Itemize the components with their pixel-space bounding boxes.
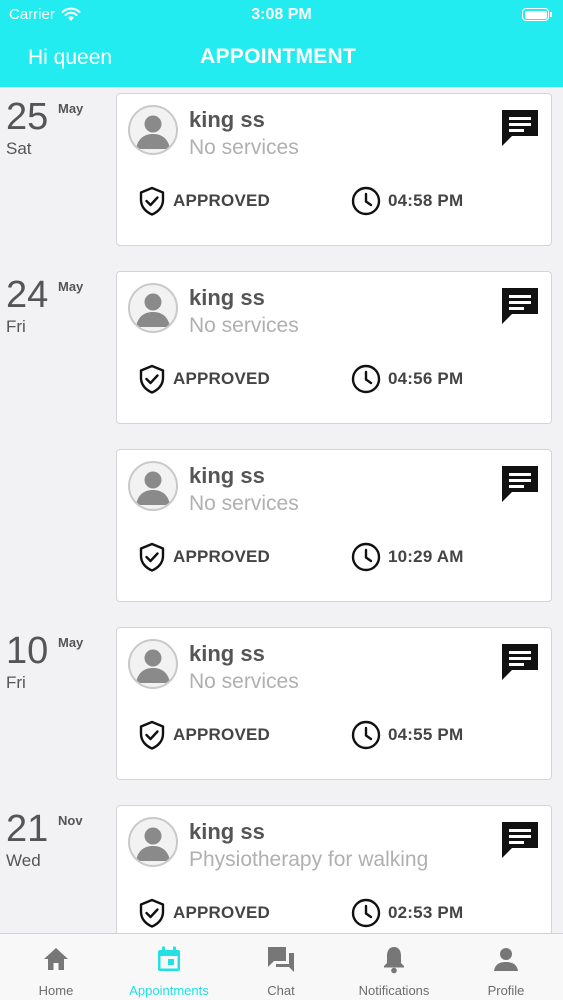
date-month: Nov [58, 813, 83, 828]
message-icon[interactable] [498, 640, 542, 684]
date-group: 21 Nov Wed [6, 809, 106, 871]
service-name: No services [189, 670, 299, 693]
message-icon[interactable] [498, 106, 542, 150]
tab-notifications[interactable]: Notifications [338, 934, 450, 1000]
appointment-card[interactable]: king ss No services APPROVED 04:56 PM [116, 271, 552, 424]
date-day: 21 [6, 808, 49, 850]
status-badge: APPROVED [139, 720, 270, 750]
message-icon[interactable] [498, 818, 542, 862]
date-month: May [58, 635, 84, 650]
appointment-card[interactable]: king ss No services APPROVED 04:55 PM [116, 627, 552, 780]
date-weekday: Fri [6, 317, 26, 336]
tab-home[interactable]: Home [0, 934, 112, 1000]
tab-label: Chat [267, 983, 295, 998]
date-day: 10 [6, 630, 49, 672]
status-time: 3:08 PM [251, 6, 312, 23]
status-label: APPROVED [173, 369, 271, 388]
message-icon[interactable] [498, 284, 542, 328]
date-day: 24 [6, 274, 49, 316]
tab-label: Profile [487, 983, 525, 998]
date-group: 24 May Fri [6, 275, 106, 337]
tab-appointments[interactable]: Appointments [113, 934, 225, 1000]
avatar [128, 105, 178, 155]
bell-icon [384, 947, 404, 974]
client-name: king ss [189, 641, 265, 666]
time-label: 04:55 PM [388, 725, 464, 744]
avatar [128, 283, 178, 333]
status-badge: APPROVED [139, 186, 270, 216]
date-group: 10 May Fri [6, 631, 106, 693]
tab-bar: Home Appointments Chat Notifications Pro… [0, 933, 563, 1000]
message-icon[interactable] [498, 462, 542, 506]
clock-icon [351, 186, 381, 216]
clock-icon [351, 898, 381, 928]
appointment-time: 02:53 PM [351, 898, 463, 928]
shield-check-icon [139, 186, 165, 216]
appointment-card[interactable]: king ss No services APPROVED 10:29 AM [116, 449, 552, 602]
status-badge: APPROVED [139, 542, 270, 572]
client-name: king ss [189, 819, 265, 844]
status-bar: Carrier 3:08 PM [0, 0, 563, 30]
date-day: 25 [6, 96, 49, 138]
time-label: 04:58 PM [388, 191, 464, 210]
service-name: No services [189, 492, 299, 515]
tab-profile[interactable]: Profile [450, 934, 562, 1000]
avatar [128, 639, 178, 689]
appointment-time: 04:58 PM [351, 186, 463, 216]
nav-header: Hi queen APPOINTMENT [0, 42, 563, 76]
shield-check-icon [139, 364, 165, 394]
date-group: 25 May Sat [6, 97, 106, 159]
appointment-time: 04:56 PM [351, 364, 463, 394]
tab-chat[interactable]: Chat [225, 934, 337, 1000]
shield-check-icon [139, 542, 165, 572]
chat-icon [268, 947, 294, 972]
battery-icon [522, 8, 552, 21]
date-weekday: Wed [6, 851, 41, 870]
clock-icon [351, 364, 381, 394]
avatar [128, 817, 178, 867]
client-name: king ss [189, 107, 265, 132]
status-label: APPROVED [173, 725, 271, 744]
date-month: May [58, 279, 84, 294]
service-name: No services [189, 136, 299, 159]
appointment-card[interactable]: king ss Physiotherapy for walking APPROV… [116, 805, 552, 933]
tab-label: Appointments [129, 983, 209, 998]
top-bar: Carrier 3:08 PM Hi queen APPOINTMENT [0, 0, 563, 87]
appointment-card[interactable]: king ss No services APPROVED 04:58 PM [116, 93, 552, 246]
clock-icon [351, 542, 381, 572]
tab-label: Notifications [358, 983, 430, 998]
appointment-time: 04:55 PM [351, 720, 463, 750]
page-title: APPOINTMENT [200, 45, 357, 68]
service-name: No services [189, 314, 299, 337]
avatar [128, 461, 178, 511]
date-month: May [58, 101, 84, 116]
status-badge: APPROVED [139, 364, 270, 394]
calendar-icon [158, 946, 180, 971]
appointment-time: 10:29 AM [351, 542, 464, 572]
shield-check-icon [139, 898, 165, 928]
time-label: 02:53 PM [388, 903, 464, 922]
home-icon [44, 948, 68, 970]
date-weekday: Sat [6, 139, 32, 158]
time-label: 10:29 AM [388, 547, 464, 566]
shield-check-icon [139, 720, 165, 750]
client-name: king ss [189, 285, 265, 310]
client-name: king ss [189, 463, 265, 488]
service-name: Physiotherapy for walking [189, 848, 429, 871]
appointment-list[interactable]: 25 May Sat king ss No services APPROVED … [0, 87, 563, 933]
status-label: APPROVED [173, 191, 271, 210]
person-icon [494, 948, 518, 971]
date-weekday: Fri [6, 673, 26, 692]
greeting-text: Hi queen [28, 46, 113, 69]
clock-icon [351, 720, 381, 750]
status-label: APPROVED [173, 903, 271, 922]
status-badge: APPROVED [139, 898, 270, 928]
time-label: 04:56 PM [388, 369, 464, 388]
status-label: APPROVED [173, 547, 271, 566]
tab-label: Home [38, 983, 74, 998]
